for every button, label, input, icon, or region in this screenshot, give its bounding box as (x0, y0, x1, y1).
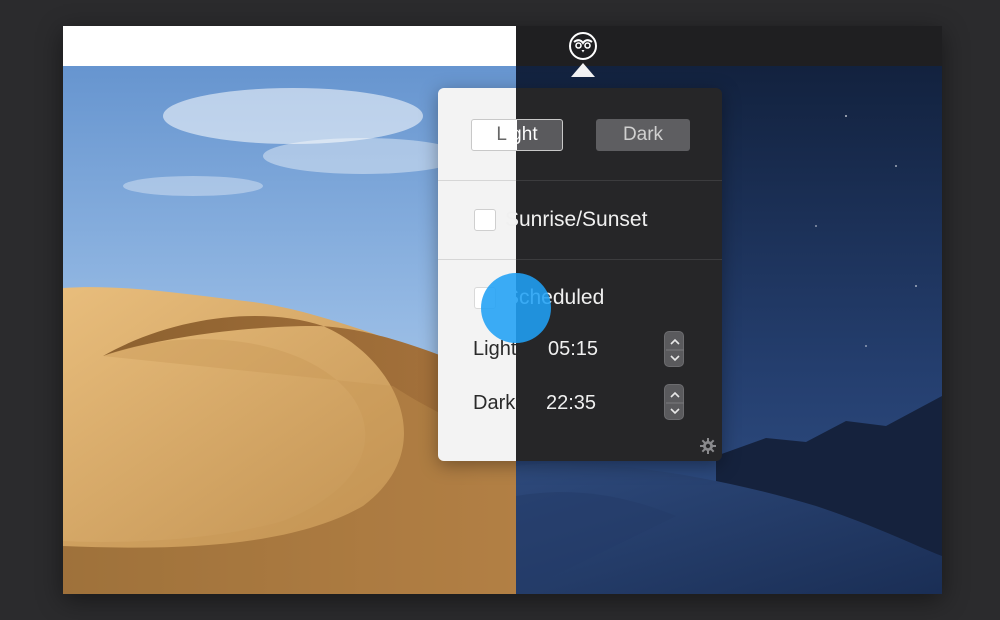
touch-indicator (481, 273, 551, 343)
light-time-value[interactable]: 05:15 (548, 338, 598, 361)
owl-icon[interactable] (568, 31, 598, 61)
chevron-up-down-icon (666, 391, 684, 415)
dark-mode-button[interactable]: Dark (596, 119, 690, 151)
dark-time-stepper[interactable] (664, 384, 684, 420)
dark-time-value[interactable]: 22:35 (546, 392, 596, 415)
mode-popover: Light Dark Sunrise/Sunset Scheduled Ligh… (438, 88, 722, 461)
light-mode-button[interactable]: Light (471, 119, 563, 151)
divider (516, 180, 722, 181)
divider (438, 180, 516, 181)
popover-arrow (571, 63, 595, 77)
divider (438, 259, 516, 260)
dark-time-label: Dark: (473, 392, 521, 414)
light-time-stepper[interactable] (664, 331, 684, 367)
gear-icon[interactable] (700, 438, 716, 454)
sunrise-sunset-checkbox[interactable] (474, 209, 496, 231)
chevron-up-down-icon (666, 338, 684, 362)
light-mode-label: Light (496, 124, 538, 145)
dark-mode-label: Dark (622, 124, 664, 145)
divider (516, 259, 722, 260)
menubar-light (63, 26, 516, 66)
sunrise-sunset-label: Sunrise/Sunset (505, 208, 648, 231)
desktop-screen: Light Dark Sunrise/Sunset Scheduled Ligh… (63, 26, 942, 594)
